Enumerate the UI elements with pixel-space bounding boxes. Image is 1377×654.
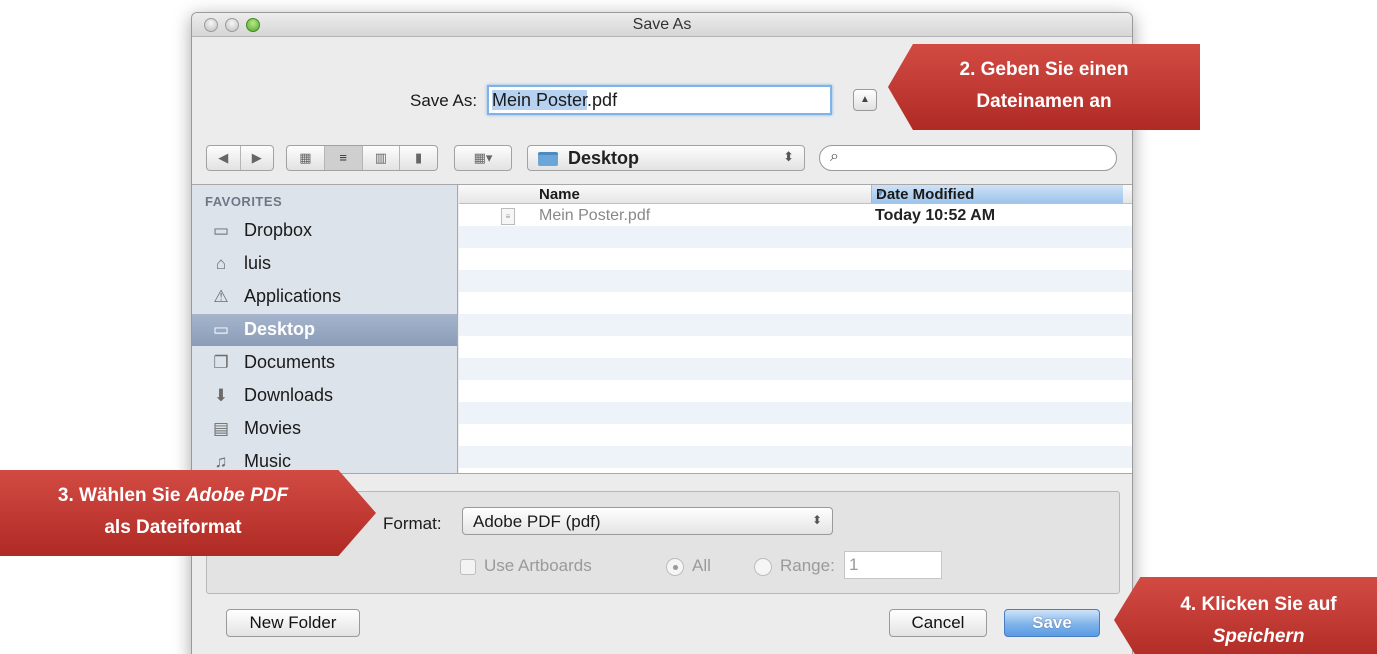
callout-text: 3. Wählen Sie Adobe PDF xyxy=(0,480,346,512)
sidebar-item-label: Movies xyxy=(244,418,302,438)
browser-toolbar: ◀ ▶ ▦ ≡ ▥ ▮ ▦▾ Desktop ⬍ ⌕ xyxy=(192,141,1132,177)
sidebar-item-label: Downloads xyxy=(244,385,334,405)
new-folder-button[interactable]: New Folder xyxy=(226,609,360,637)
list-view-icon[interactable]: ≡ xyxy=(324,146,363,170)
sidebar-item-label: luis xyxy=(244,253,272,273)
expand-dialog-button[interactable]: ▲ xyxy=(853,89,877,111)
use-artboards-label: Use Artboards xyxy=(484,556,592,575)
column-view-icon[interactable]: ▥ xyxy=(363,146,401,170)
back-forward-control[interactable]: ◀ ▶ xyxy=(206,145,274,171)
use-artboards-checkbox[interactable] xyxy=(460,559,476,575)
range-radio-label: Range: xyxy=(780,556,835,575)
column-header-name[interactable]: Name xyxy=(539,186,580,203)
callout-step-4: 4. Klicken Sie auf Speichern xyxy=(1114,577,1377,654)
format-select[interactable]: Adobe PDF (pdf) ⬍ xyxy=(462,507,833,535)
documents-icon: ❐ xyxy=(213,353,229,372)
location-popup[interactable]: Desktop ⬍ xyxy=(527,145,805,171)
format-label: Format: xyxy=(383,514,442,533)
sort-descending-icon: ▼ xyxy=(876,188,885,198)
file-date-modified: Today 10:52 AM xyxy=(875,207,996,224)
coverflow-view-icon[interactable]: ▮ xyxy=(400,146,437,170)
file-list: Name Date Modified ▼ ≡ Mein Poster.pdf T… xyxy=(459,185,1132,473)
applications-icon: ⚠ xyxy=(213,287,229,306)
all-radio[interactable] xyxy=(666,558,684,576)
sidebar-item-documents[interactable]: ❐ Documents xyxy=(192,347,457,379)
all-radio-label: All xyxy=(692,556,711,575)
sidebar-item-desktop[interactable]: ▭ Desktop xyxy=(192,314,457,346)
filename-selected-text: Mein Poster xyxy=(492,90,588,110)
pdf-file-icon: ≡ xyxy=(501,208,515,225)
sidebar-item-luis[interactable]: ⌂ luis xyxy=(192,248,457,280)
callout-text-emphasis: Adobe PDF xyxy=(185,485,289,506)
callout-text: als Dateiformat xyxy=(104,517,242,538)
callout-text: Dateinamen an xyxy=(976,91,1112,112)
icon-view-icon[interactable]: ▦ xyxy=(287,146,325,170)
file-list-body xyxy=(459,204,1132,473)
search-field[interactable]: ⌕ xyxy=(819,145,1117,171)
file-name: Mein Poster.pdf xyxy=(539,207,651,224)
search-icon: ⌕ xyxy=(830,148,839,165)
save-button[interactable]: Save xyxy=(1004,609,1100,637)
range-input[interactable]: 1 xyxy=(844,551,942,579)
sidebar-item-label: Desktop xyxy=(244,319,316,339)
folder-icon xyxy=(538,152,558,166)
view-mode-control[interactable]: ▦ ≡ ▥ ▮ xyxy=(286,145,438,171)
movies-icon: ▤ xyxy=(212,419,230,438)
folder-icon: ▭ xyxy=(212,221,230,240)
sidebar: FAVORITES ▭ Dropbox ⌂ luis ⚠ Application… xyxy=(192,185,458,473)
sidebar-item-applications[interactable]: ⚠ Applications xyxy=(192,281,457,313)
file-browser: FAVORITES ▭ Dropbox ⌂ luis ⚠ Application… xyxy=(192,184,1132,474)
callout-text: 4. Klicken Sie auf xyxy=(1180,594,1337,615)
file-list-header: Name Date Modified ▼ xyxy=(459,185,1132,204)
save-as-label: Save As: xyxy=(410,91,478,110)
sidebar-item-label: Music xyxy=(244,451,292,471)
music-icon: ♫ xyxy=(214,452,228,471)
updown-arrows-icon: ⬍ xyxy=(811,513,822,527)
filename-field[interactable]: Mein Poster.pdf xyxy=(487,85,832,115)
filename-extension: .pdf xyxy=(587,90,618,110)
sidebar-item-dropbox[interactable]: ▭ Dropbox xyxy=(192,215,457,247)
sidebar-heading: FAVORITES xyxy=(205,194,283,209)
sidebar-item-label: Documents xyxy=(244,352,336,372)
callout-step-2: 2. Geben Sie einen Dateinamen an xyxy=(888,44,1200,130)
callout-step-3: 3. Wählen Sie Adobe PDF als Dateiformat xyxy=(0,470,376,556)
updown-arrows-icon: ⬍ xyxy=(783,149,794,164)
title-bar[interactable]: Save As xyxy=(192,13,1132,37)
arrange-button[interactable]: ▦▾ xyxy=(454,145,512,171)
callout-text-emphasis: Speichern xyxy=(1212,626,1305,647)
sidebar-item-downloads[interactable]: ⬇ Downloads xyxy=(192,380,457,412)
range-radio[interactable] xyxy=(754,558,772,576)
back-icon[interactable]: ◀ xyxy=(207,146,241,170)
sidebar-item-label: Applications xyxy=(244,286,342,306)
cancel-button[interactable]: Cancel xyxy=(889,609,987,637)
sidebar-item-label: Dropbox xyxy=(244,220,313,240)
callout-text: 2. Geben Sie einen xyxy=(959,59,1129,80)
column-header-date-modified[interactable]: Date Modified ▼ xyxy=(871,185,1123,203)
triangle-up-icon: ▲ xyxy=(860,94,870,105)
format-value: Adobe PDF (pdf) xyxy=(473,512,601,531)
home-icon: ⌂ xyxy=(215,254,227,273)
desktop-icon: ▭ xyxy=(212,320,230,339)
sidebar-item-movies[interactable]: ▤ Movies xyxy=(192,413,457,445)
file-row[interactable]: ≡ Mein Poster.pdf Today 10:52 AM xyxy=(459,205,1132,227)
forward-icon[interactable]: ▶ xyxy=(241,146,274,170)
arrange-icon[interactable]: ▦▾ xyxy=(455,146,511,170)
callout-text-part: 3. Wählen Sie xyxy=(57,485,186,506)
radio-selected-dot xyxy=(673,565,678,570)
downloads-icon: ⬇ xyxy=(213,386,229,405)
location-label: Desktop xyxy=(568,148,640,168)
window-title: Save As xyxy=(632,16,692,33)
